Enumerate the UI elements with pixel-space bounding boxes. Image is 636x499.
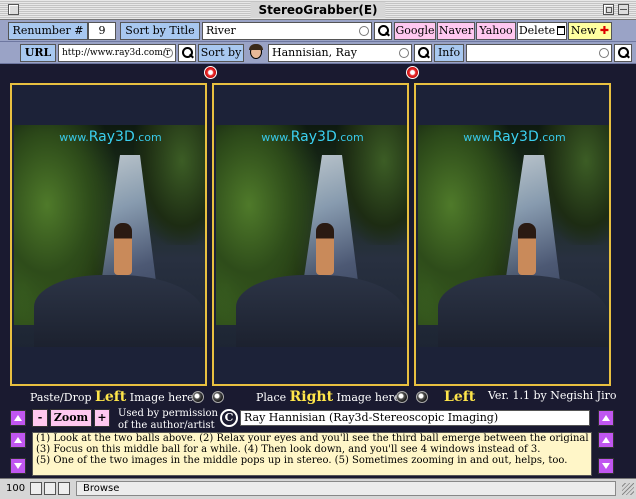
toolbar-top: Renumber # 9 Sort by Title River Google … bbox=[0, 20, 636, 42]
delete-button-label: Delete bbox=[518, 24, 556, 37]
right-stereo-photo: www.Ray3D.com bbox=[418, 125, 609, 347]
right-drop-caption: Place Right Image here bbox=[256, 389, 401, 405]
collapse-box[interactable] bbox=[618, 4, 629, 15]
sort-by-title-button[interactable]: Sort by Title bbox=[120, 22, 200, 40]
sort-by-button[interactable]: Sort by bbox=[198, 44, 244, 62]
close-box[interactable] bbox=[8, 4, 19, 15]
help-scroll-down-icon[interactable] bbox=[10, 458, 26, 474]
credit-field[interactable]: Ray Hannisian (Ray3d-Stereoscopic Imagin… bbox=[240, 410, 590, 426]
right-scroll-up-arrow-icon[interactable] bbox=[598, 410, 614, 426]
middle-watermark: www.Ray3D.com bbox=[261, 129, 364, 145]
url-input[interactable]: http://www.ray3d.com/r bbox=[58, 44, 176, 62]
help-line-2: (3) Focus on this middle ball for a whil… bbox=[36, 444, 541, 455]
title-bar: StereoGrabber(E) bbox=[0, 0, 636, 20]
right-eye-icon-2[interactable] bbox=[416, 391, 428, 403]
google-button[interactable]: Google bbox=[394, 22, 436, 40]
left-eye-icon[interactable] bbox=[192, 391, 204, 403]
toolbar-bottom: URL http://www.ray3d.com/r Sort by Hanni… bbox=[0, 42, 636, 64]
plus-icon: ✚ bbox=[599, 24, 610, 37]
stereo-stage: www.Ray3D.com www.Ray3D.com www.Ray3D.co… bbox=[0, 64, 636, 386]
artist-face-icon[interactable] bbox=[248, 44, 264, 62]
left-eye-icon-2[interactable] bbox=[212, 391, 224, 403]
zoom-percent[interactable]: 100 bbox=[6, 483, 25, 494]
artist-search-icon[interactable] bbox=[414, 44, 432, 62]
new-button[interactable]: New ✚ bbox=[568, 22, 612, 40]
trash-icon bbox=[557, 26, 566, 35]
search-input[interactable]: River bbox=[202, 22, 372, 40]
middle-image-frame[interactable]: www.Ray3D.com bbox=[212, 83, 409, 386]
caption-row: Paste/Drop Left Image here Place Right I… bbox=[0, 386, 636, 408]
left-drop-caption: Paste/Drop Left Image here bbox=[30, 389, 194, 405]
url-button[interactable]: URL bbox=[20, 44, 56, 62]
url-input-value: http://www.ray3d.com/r bbox=[62, 48, 171, 58]
left-image-frame[interactable]: www.Ray3D.com bbox=[10, 83, 207, 386]
help-line-1: (1) Look at the two balls above. (2) Rel… bbox=[36, 433, 592, 444]
renumber-button[interactable]: Renumber # bbox=[8, 22, 88, 40]
right-image-frame[interactable]: www.Ray3D.com bbox=[414, 83, 611, 386]
info-input[interactable] bbox=[466, 44, 612, 62]
delete-button[interactable]: Delete bbox=[517, 22, 567, 40]
help-line-3: (5) One of the two images in the middle … bbox=[36, 455, 568, 466]
renumber-field[interactable]: 9 bbox=[88, 22, 116, 40]
zoom-box[interactable] bbox=[603, 4, 614, 15]
help-scroll-up-icon[interactable] bbox=[10, 432, 26, 448]
info-spinner-icon bbox=[599, 48, 609, 58]
search-spinner-icon bbox=[359, 26, 369, 36]
scroll-up-arrow-icon[interactable] bbox=[10, 410, 26, 426]
url-button-label: URL bbox=[24, 46, 52, 59]
left-stereo-photo: www.Ray3D.com bbox=[14, 125, 205, 347]
zoom-button[interactable]: Zoom bbox=[50, 409, 92, 427]
right-alignment-ball-icon bbox=[406, 66, 419, 79]
zoom-large-mountain-icon[interactable] bbox=[44, 482, 56, 495]
left-toggle-label[interactable]: Left bbox=[444, 389, 475, 405]
help-right-scroll-down-icon[interactable] bbox=[598, 458, 614, 474]
artist-spinner-icon bbox=[399, 48, 409, 58]
zoom-in-button[interactable]: + bbox=[94, 409, 110, 427]
middle-stereo-photo: www.Ray3D.com bbox=[216, 125, 407, 347]
search-icon[interactable] bbox=[374, 22, 392, 40]
help-text-box: (1) Look at the two balls above. (2) Rel… bbox=[32, 432, 592, 476]
new-button-label: New bbox=[570, 24, 597, 37]
copyright-icon[interactable]: C bbox=[220, 409, 238, 427]
zoom-mountain-icon[interactable] bbox=[30, 482, 42, 495]
mode-indicator[interactable]: Browse bbox=[76, 481, 616, 496]
yahoo-button[interactable]: Yahoo bbox=[476, 22, 516, 40]
right-eye-icon[interactable] bbox=[396, 391, 408, 403]
resize-grip-icon[interactable] bbox=[622, 483, 634, 495]
zoom-out-button[interactable]: - bbox=[32, 409, 48, 427]
naver-button[interactable]: Naver bbox=[437, 22, 475, 40]
info-search-icon[interactable] bbox=[614, 44, 632, 62]
window-title: StereoGrabber(E) bbox=[250, 2, 386, 18]
left-alignment-ball-icon bbox=[204, 66, 217, 79]
permission-note: Used by permission of the author/artist bbox=[118, 408, 218, 431]
version-label: Ver. 1.1 by Negishi Jiro bbox=[488, 389, 617, 402]
status-bar: 100 Browse bbox=[0, 478, 636, 499]
right-watermark: www.Ray3D.com bbox=[463, 129, 566, 145]
url-spinner-icon bbox=[163, 48, 173, 58]
artist-input[interactable]: Hannisian, Ray bbox=[268, 44, 412, 62]
artist-input-value: Hannisian, Ray bbox=[272, 46, 357, 59]
help-right-scroll-up-icon[interactable] bbox=[598, 432, 614, 448]
left-watermark: www.Ray3D.com bbox=[59, 129, 162, 145]
layout-icon[interactable] bbox=[58, 482, 70, 495]
info-button[interactable]: Info bbox=[434, 44, 464, 62]
search-input-value: River bbox=[206, 24, 236, 37]
zoom-row: - Zoom + Used by permission of the autho… bbox=[0, 408, 636, 431]
url-search-icon[interactable] bbox=[178, 44, 196, 62]
